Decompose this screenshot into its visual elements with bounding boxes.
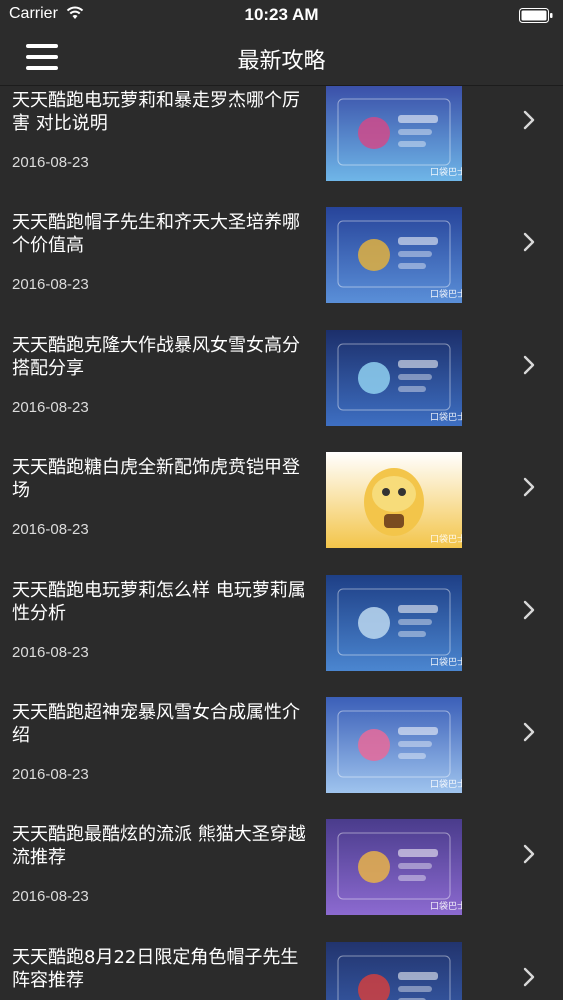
article-title: 天天酷跑最酷炫的流派 熊猫大圣穿越流推荐	[12, 824, 306, 869]
article-title: 天天酷跑超神宠暴风雪女合成属性介绍	[12, 702, 300, 746]
thumbnail-watermark: 口袋巴士	[430, 656, 462, 668]
article-thumbnail: 口袋巴士	[326, 941, 462, 1000]
article-row[interactable]: 天天酷跑糖白虎全新配饰虎贲铠甲登场 2016-08-23 口袋巴士	[0, 426, 563, 549]
article-title: 天天酷跑克隆大作战暴风女雪女高分搭配分享	[12, 334, 300, 379]
article-list[interactable]: 天天酷跑电玩萝莉和暴走罗杰哪个厉害 对比说明 2016-08-23 口袋巴士 天天酷跑…	[0, 86, 563, 1000]
article-date: 2016-08-23	[12, 398, 89, 416]
clock-time: 10:23 AM	[244, 5, 319, 24]
article-date: 2016-08-23	[12, 643, 89, 661]
navigation-bar: 最新攻略	[0, 30, 563, 86]
article-date: 2016-08-23	[12, 766, 89, 783]
chevron-right-icon	[521, 844, 537, 864]
article-thumbnail: 口袋巴士	[326, 819, 462, 916]
thumbnail-watermark: 口袋巴士	[430, 778, 462, 790]
status-bar: Carrier 10:23 AM	[0, 0, 563, 30]
chevron-right-icon	[521, 967, 537, 987]
thumbnail-watermark: 口袋巴士	[430, 166, 462, 178]
article-title: 天天酷跑8月22日限定角色帽子先生阵容推荐	[12, 946, 299, 991]
article-thumbnail: 口袋巴士	[326, 86, 462, 181]
article-title: 天天酷跑帽子先生和齐天大圣培养哪个价值高	[12, 212, 300, 257]
article-date: 2016-08-23	[12, 276, 89, 294]
article-row[interactable]: 天天酷跑最酷炫的流派 熊猫大圣穿越流推荐 2016-08-23 口袋巴士	[0, 793, 563, 916]
thumbnail-watermark: 口袋巴士	[430, 288, 462, 300]
chevron-right-icon	[521, 110, 537, 130]
article-title: 天天酷跑糖白虎全新配饰虎贲铠甲登场	[12, 457, 300, 502]
chevron-right-icon	[521, 600, 537, 620]
article-title: 天天酷跑电玩萝莉怎么样 电玩萝莉属性分析	[12, 579, 306, 624]
article-thumbnail: 口袋巴士	[326, 329, 462, 426]
article-thumbnail: 口袋巴士	[326, 207, 462, 304]
article-row[interactable]: 天天酷跑帽子先生和齐天大圣培养哪个价值高 2016-08-23 口袋巴士	[0, 181, 563, 304]
article-thumbnail: 口袋巴士	[326, 697, 462, 793]
article-row[interactable]: 天天酷跑电玩萝莉和暴走罗杰哪个厉害 对比说明 2016-08-23 口袋巴士	[0, 86, 563, 181]
article-row[interactable]: 天天酷跑超神宠暴风雪女合成属性介绍 2016-08-23 口袋巴士	[0, 671, 563, 793]
article-thumbnail: 口袋巴士	[326, 574, 462, 671]
page-title: 最新攻略	[237, 49, 326, 74]
article-row[interactable]: 天天酷跑克隆大作战暴风女雪女高分搭配分享 2016-08-23 口袋巴士	[0, 304, 563, 426]
thumbnail-watermark: 口袋巴士	[430, 411, 462, 423]
chevron-right-icon	[521, 477, 537, 497]
article-date: 2016-08-23	[12, 888, 89, 906]
chevron-right-icon	[521, 355, 537, 375]
article-date: 2016-08-23	[12, 521, 89, 539]
article-title: 天天酷跑电玩萝莉和暴走罗杰哪个厉害 对比说明	[12, 90, 300, 134]
chevron-right-icon	[521, 232, 537, 252]
thumbnail-watermark: 口袋巴士	[430, 533, 462, 545]
article-date: 2016-08-23	[12, 154, 89, 171]
battery-icon	[519, 8, 553, 27]
article-row[interactable]: 天天酷跑8月22日限定角色帽子先生阵容推荐口袋巴士	[0, 916, 563, 1000]
article-row[interactable]: 天天酷跑电玩萝莉怎么样 电玩萝莉属性分析 2016-08-23 口袋巴士	[0, 549, 563, 671]
article-thumbnail: 口袋巴士	[326, 452, 462, 549]
chevron-right-icon	[521, 722, 537, 742]
thumbnail-watermark: 口袋巴士	[430, 900, 462, 912]
